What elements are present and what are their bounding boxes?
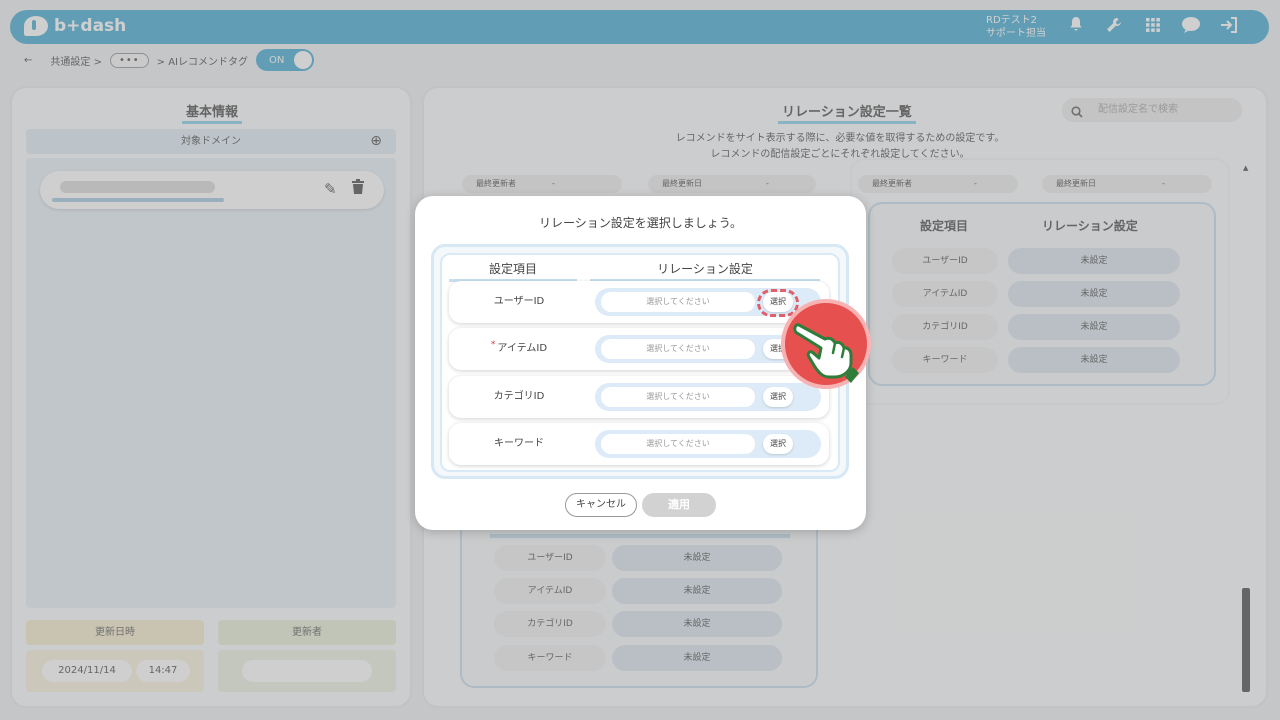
relation-row-category-id: カテゴリID 選択してください 選択 <box>449 376 829 418</box>
cancel-button[interactable]: キャンセル <box>565 493 637 517</box>
keyword-select-button[interactable]: 選択 <box>763 434 793 454</box>
keyword-select[interactable]: 選択してください <box>601 434 755 454</box>
apply-button[interactable]: 適用 <box>642 493 716 517</box>
row-label: * アイテムID <box>449 328 589 370</box>
row-field: 選択してください 選択 <box>595 383 821 411</box>
row-label: カテゴリID <box>493 391 545 402</box>
category-id-select[interactable]: 選択してください <box>601 387 755 407</box>
modal-col-item: 設定項目 <box>449 260 577 282</box>
pointing-hand-icon <box>781 299 871 389</box>
relation-row-keyword: キーワード 選択してください 選択 <box>449 423 829 465</box>
required-mark: * <box>490 340 496 350</box>
category-id-select-button[interactable]: 選択 <box>763 387 793 407</box>
user-id-select[interactable]: 選択してください <box>601 292 755 312</box>
row-label-text: アイテムID <box>497 343 548 354</box>
row-label: ユーザーID <box>493 296 545 307</box>
modal-title: リレーション設定を選択しましょう。 <box>538 216 743 230</box>
modal-col-relation: リレーション設定 <box>590 260 820 282</box>
row-field: 選択してください 選択 <box>595 430 821 458</box>
row-label: キーワード <box>494 438 544 449</box>
item-id-select[interactable]: 選択してください <box>601 339 755 359</box>
relation-row-item-id: * アイテムID 選択してください 選択 <box>449 328 829 370</box>
